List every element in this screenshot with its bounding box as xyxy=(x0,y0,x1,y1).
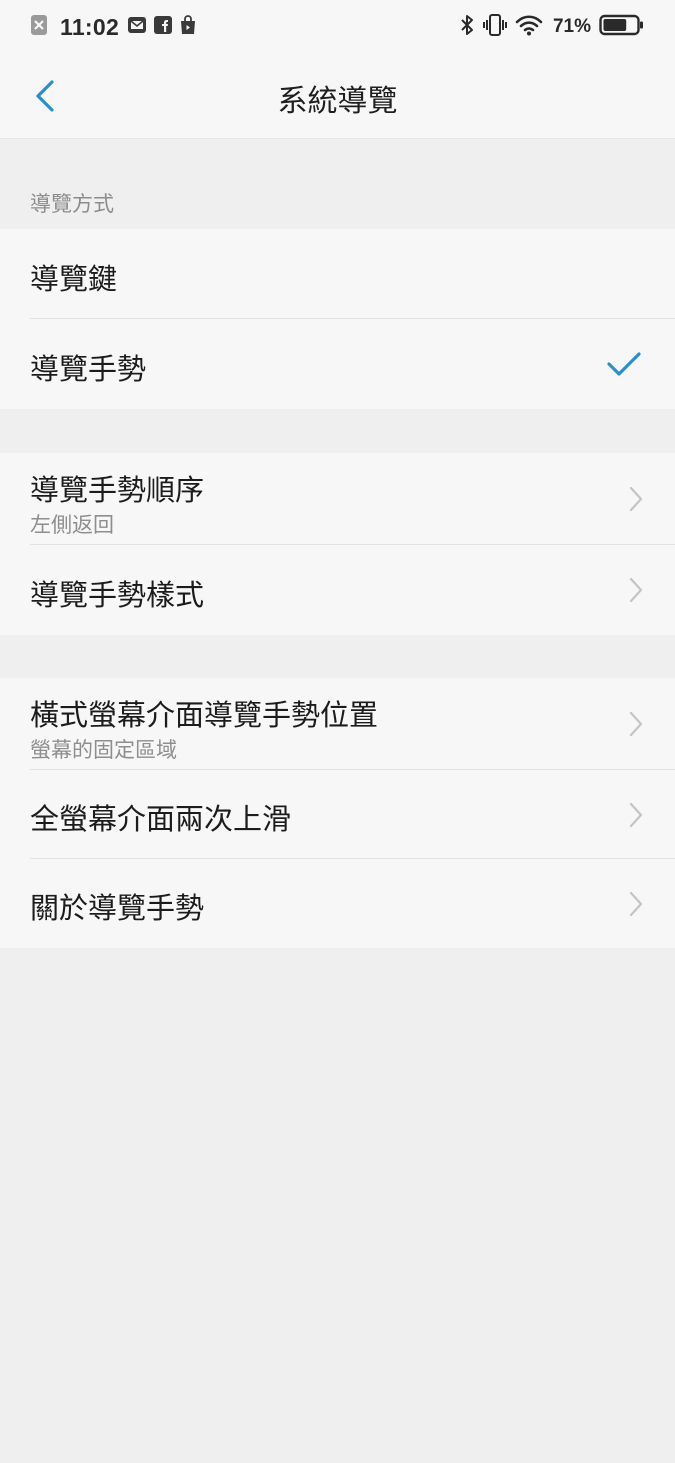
gesture-settings-group: 導覽手勢順序 左側返回 導覽手勢樣式 xyxy=(0,453,675,635)
setting-subtitle: 左側返回 xyxy=(30,513,114,537)
setting-fullscreen-double-swipe[interactable]: 全螢幕介面兩次上滑 xyxy=(0,770,675,859)
setting-label: 關於導覽手勢 xyxy=(30,891,205,925)
setting-about-gestures[interactable]: 關於導覽手勢 xyxy=(0,859,675,948)
other-settings-group: 橫式螢幕介面導覽手勢位置 螢幕的固定區域 全螢幕介面兩次上滑 關於導覽手勢 xyxy=(0,678,675,948)
chevron-right-icon xyxy=(629,486,643,512)
page-title: 系統導覽 xyxy=(277,84,398,119)
option-label: 導覽手勢 xyxy=(30,352,147,386)
checkmark-icon xyxy=(607,352,641,376)
setting-gesture-style[interactable]: 導覽手勢樣式 xyxy=(0,545,675,635)
option-nav-keys[interactable]: 導覽鍵 xyxy=(0,229,675,319)
chevron-right-icon xyxy=(629,711,643,737)
battery-fill xyxy=(603,19,627,31)
bluetooth-icon xyxy=(459,13,475,41)
chevron-right-icon xyxy=(629,577,643,603)
setting-gesture-order[interactable]: 導覽手勢順序 左側返回 xyxy=(0,453,675,545)
setting-label: 橫式螢幕介面導覽手勢位置 xyxy=(30,698,379,732)
chevron-right-icon xyxy=(629,802,643,828)
setting-label: 導覽手勢樣式 xyxy=(30,578,205,612)
setting-label: 導覽手勢順序 xyxy=(30,473,205,507)
mail-icon xyxy=(127,15,147,39)
status-bar-left: 11:02 xyxy=(30,12,203,42)
option-nav-gestures[interactable]: 導覽手勢 xyxy=(0,319,675,409)
section-header-nav-mode: 導覽方式 xyxy=(30,192,114,216)
wifi-icon xyxy=(515,14,543,40)
battery-icon xyxy=(599,14,645,40)
setting-label: 全螢幕介面兩次上滑 xyxy=(30,802,292,836)
status-bar-right: 71% xyxy=(451,12,645,42)
vibrate-icon xyxy=(482,13,507,41)
setting-landscape-gesture-position[interactable]: 橫式螢幕介面導覽手勢位置 螢幕的固定區域 xyxy=(0,678,675,770)
option-label: 導覽鍵 xyxy=(30,262,118,296)
close-notification-icon xyxy=(30,14,48,40)
nav-mode-group: 導覽鍵 導覽手勢 xyxy=(0,229,675,409)
battery-percent: 71% xyxy=(552,16,591,37)
status-bar: 11:02 71% xyxy=(0,0,675,54)
shopping-bag-icon xyxy=(179,15,197,39)
setting-subtitle: 螢幕的固定區域 xyxy=(30,738,177,762)
status-time: 11:02 xyxy=(60,13,120,40)
title-bar: 系統導覽 xyxy=(0,54,675,139)
facebook-icon xyxy=(153,15,173,39)
chevron-right-icon xyxy=(629,891,643,917)
